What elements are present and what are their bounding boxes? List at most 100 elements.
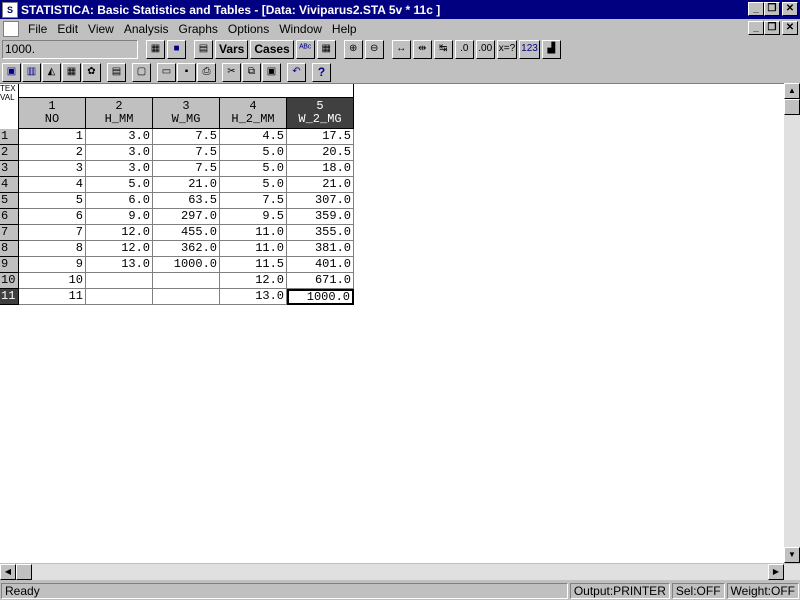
menu-help[interactable]: Help	[327, 22, 362, 36]
table-cell[interactable]: 18.0	[287, 161, 354, 177]
table-cell[interactable]: 381.0	[287, 241, 354, 257]
table-cell[interactable]: 7.5	[220, 193, 287, 209]
table-cell[interactable]: 7.5	[153, 145, 220, 161]
column-width-all-icon[interactable]: ↹	[433, 39, 453, 59]
save-icon[interactable]: ▪	[177, 62, 196, 82]
row-header-8[interactable]: 8	[0, 241, 19, 257]
table-cell[interactable]	[153, 289, 220, 305]
table-cell[interactable]: 63.5	[153, 193, 220, 209]
add-decimal-icon[interactable]: .0	[454, 39, 474, 59]
remove-decimal-icon[interactable]: .00	[475, 39, 495, 59]
table-cell[interactable]: 355.0	[287, 225, 354, 241]
doc-minimize-button[interactable]: _	[748, 21, 764, 35]
horizontal-scroll-thumb[interactable]	[16, 564, 32, 580]
close-button[interactable]: ✕	[782, 2, 798, 16]
table-cell[interactable]: 1000.0	[153, 257, 220, 273]
table-cell[interactable]: 11.0	[220, 241, 287, 257]
scroll-down-icon[interactable]: ▼	[784, 547, 800, 563]
table-cell[interactable]: 1	[19, 129, 86, 145]
menu-edit[interactable]: Edit	[52, 22, 83, 36]
zoom-in-icon[interactable]: ⊕	[343, 39, 363, 59]
table-cell[interactable]: 13.0	[86, 257, 153, 273]
table-cell[interactable]: 7.5	[153, 161, 220, 177]
cell-value-field[interactable]: 1000.	[2, 39, 138, 59]
table-cell[interactable]: 5.0	[86, 177, 153, 193]
row-header-10[interactable]: 10	[0, 273, 19, 289]
undo-icon[interactable]: ↶	[287, 62, 306, 82]
table-cell[interactable]: 6.0	[86, 193, 153, 209]
doc-restore-button[interactable]: ❐	[764, 21, 780, 35]
table-cell[interactable]: 9	[19, 257, 86, 273]
text-labels-icon[interactable]: ᴬᴮᶜ	[295, 39, 315, 59]
column-header-3[interactable]: 3 W_MG	[153, 98, 220, 129]
cases-button[interactable]: Cases	[250, 39, 294, 59]
copy-icon[interactable]: ⧉	[242, 62, 261, 82]
table-cell[interactable]: 5.0	[220, 161, 287, 177]
stats-module-icon[interactable]: ▣	[2, 62, 21, 82]
scrollsheet-manager-icon[interactable]: ▤	[107, 62, 126, 82]
table-cell[interactable]: 20.5	[287, 145, 354, 161]
table-cell[interactable]: 3	[19, 161, 86, 177]
column-header-5[interactable]: 5 W_2_MG	[287, 98, 354, 129]
row-header-3[interactable]: 3	[0, 161, 19, 177]
open-icon[interactable]: ▭	[157, 62, 176, 82]
table-cell[interactable]: 7	[19, 225, 86, 241]
document-icon[interactable]	[3, 20, 19, 37]
print-icon[interactable]: ⎙	[197, 62, 216, 82]
table-cell[interactable]: 4.5	[220, 129, 287, 145]
widen-column-icon[interactable]: ↔	[391, 39, 411, 59]
table-cell[interactable]	[86, 273, 153, 289]
table-cell[interactable]: 5.0	[220, 177, 287, 193]
table-cell[interactable]: 3.0	[86, 129, 153, 145]
row-header-11[interactable]: 11	[0, 289, 19, 305]
row-header-1[interactable]: 1	[0, 129, 19, 145]
variable-formula-icon[interactable]: x=?	[496, 39, 518, 59]
menu-window[interactable]: Window	[274, 22, 327, 36]
scroll-up-icon[interactable]: ▲	[784, 83, 800, 99]
scroll-left-icon[interactable]: ◀	[0, 564, 16, 580]
table-cell[interactable]: 7.5	[153, 129, 220, 145]
table-cell[interactable]: 6	[19, 209, 86, 225]
table-cell[interactable]: 8	[19, 241, 86, 257]
table-cell[interactable]: 9.0	[86, 209, 153, 225]
table-cell[interactable]: 11.0	[220, 225, 287, 241]
doc-close-button[interactable]: ✕	[782, 21, 798, 35]
table-cell[interactable]: 297.0	[153, 209, 220, 225]
status-selection[interactable]: Sel:OFF	[671, 582, 725, 599]
narrow-column-icon[interactable]: ⇹	[412, 39, 432, 59]
active-cell[interactable]: 1000.0	[287, 289, 354, 305]
cut-icon[interactable]: ✂	[222, 62, 241, 82]
vertical-scrollbar[interactable]: ▲ ▼	[784, 83, 800, 563]
table-cell[interactable]: 21.0	[153, 177, 220, 193]
restore-button[interactable]: ❐	[764, 2, 780, 16]
status-weight[interactable]: Weight:OFF	[726, 582, 799, 599]
matrix-graph-icon[interactable]: ▦	[62, 62, 81, 82]
status-output[interactable]: Output:PRINTER	[569, 582, 670, 599]
table-cell[interactable]: 455.0	[153, 225, 220, 241]
table-cell[interactable]: 5	[19, 193, 86, 209]
menu-graphs[interactable]: Graphs	[174, 22, 223, 36]
table-cell[interactable]: 11	[19, 289, 86, 305]
table-cell[interactable]: 671.0	[287, 273, 354, 289]
print-preview-icon[interactable]: ▢	[132, 62, 151, 82]
table-cell[interactable]: 11.5	[220, 257, 287, 273]
column-header-2[interactable]: 2 H_MM	[86, 98, 153, 129]
table-cell[interactable]: 3.0	[86, 145, 153, 161]
table-cell[interactable]: 12.0	[86, 241, 153, 257]
row-header-5[interactable]: 5	[0, 193, 19, 209]
row-header-7[interactable]: 7	[0, 225, 19, 241]
menu-analysis[interactable]: Analysis	[119, 22, 174, 36]
table-cell[interactable]: 13.0	[220, 289, 287, 305]
word-icon[interactable]: ■	[167, 39, 186, 59]
scroll-right-icon[interactable]: ▶	[768, 564, 784, 580]
zoom-out-icon[interactable]: ⊖	[364, 39, 384, 59]
app-icon[interactable]: S	[2, 1, 18, 18]
table-cell[interactable]: 3.0	[86, 161, 153, 177]
table-cell[interactable]: 17.5	[287, 129, 354, 145]
table-cell[interactable]: 12.0	[86, 225, 153, 241]
minimize-button[interactable]: _	[748, 2, 764, 16]
table-cell[interactable]	[153, 273, 220, 289]
vertical-scroll-thumb[interactable]	[784, 99, 800, 115]
grid-icon[interactable]: ▦	[316, 39, 336, 59]
scrollsheet-icon[interactable]: ▦	[146, 39, 165, 59]
